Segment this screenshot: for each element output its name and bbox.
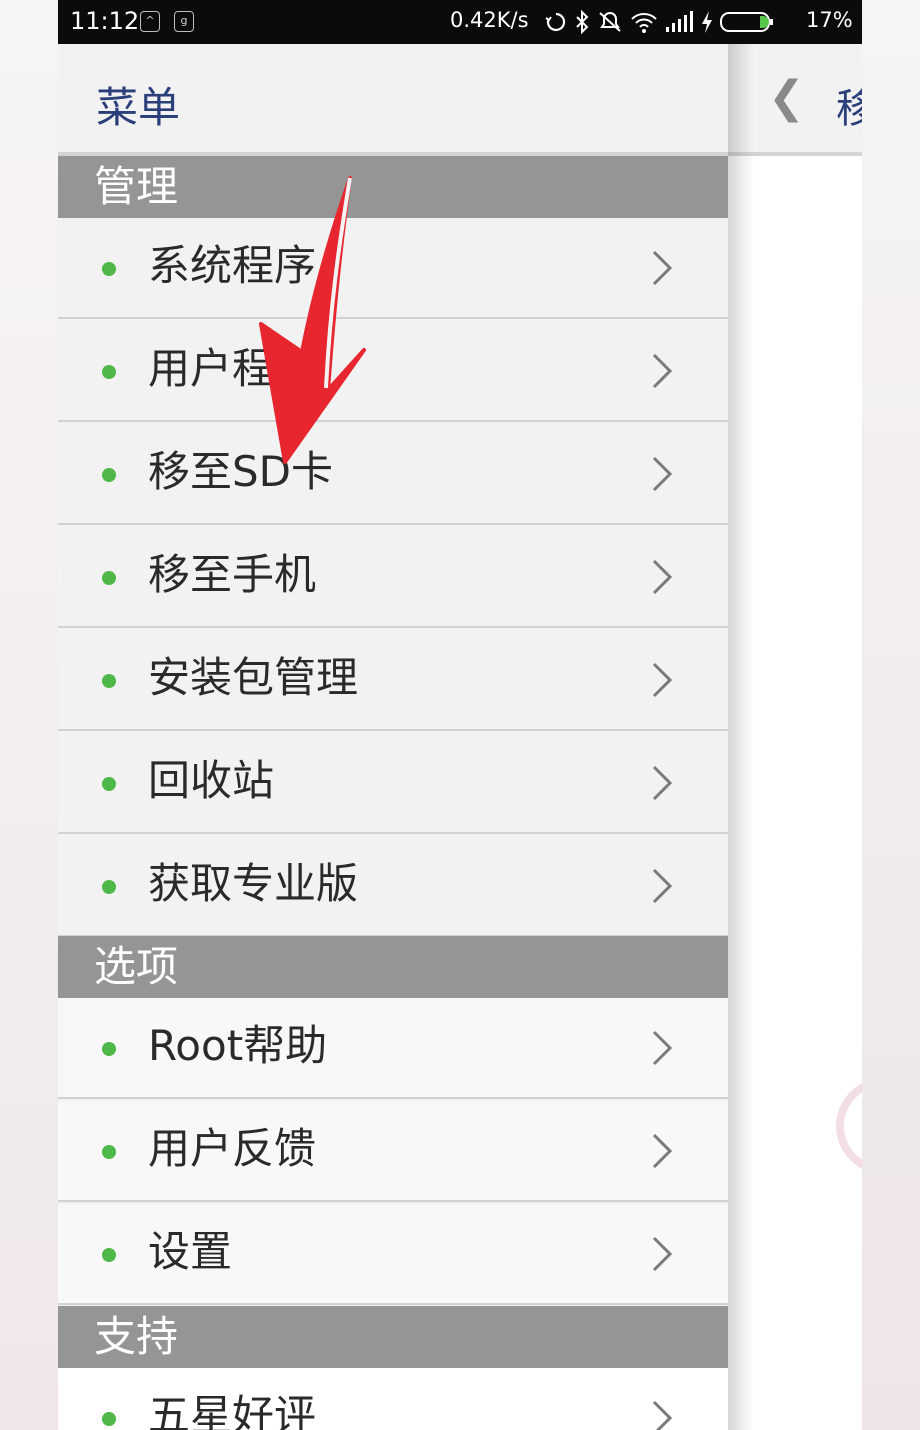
notification-box-icon: g [174,11,194,32]
bullet-icon [102,1412,116,1426]
menu-item-move-to-sd[interactable]: 移至SD卡 [58,424,728,525]
bluetooth-icon [576,10,589,34]
chevron-right-icon [652,250,673,286]
menu-item-label: 移至手机 [148,550,317,599]
drawer-header: 菜单 [58,44,728,156]
sync-icon [545,12,566,32]
screenshot-border-left [0,0,58,1430]
bullet-icon [102,262,116,276]
chevron-right-icon [652,1400,673,1430]
chevron-right-icon [652,765,673,801]
bullet-icon [102,674,116,688]
network-speed: 0.42K/s [450,8,529,32]
screenshot-border-right [862,0,920,1430]
section-header-options: 选项 [58,936,728,998]
chevron-right-icon [652,662,673,698]
menu-item-move-to-phone[interactable]: 移至手机 [58,527,728,628]
chevron-right-icon [652,1030,673,1066]
notification-box-icon: ^ [140,11,160,32]
menu-item-recycle-bin[interactable]: 回收站 [58,733,728,834]
menu-item-label: 用户程序 [148,344,317,393]
chevron-right-icon [652,868,673,904]
menu-item-label: 移至SD卡 [148,447,334,496]
bullet-icon [102,1042,116,1056]
charging-icon [702,11,712,33]
back-chevron-icon[interactable]: ❮ [768,72,805,123]
menu-item-label: 回收站 [148,756,275,805]
menu-item-label: 安装包管理 [148,653,359,702]
drawer-title: 菜单 [96,83,181,132]
wifi-icon [631,13,657,33]
chevron-right-icon [652,456,673,492]
chevron-right-icon [652,353,673,389]
menu-item-rate-five-stars[interactable]: 五星好评 [58,1368,728,1430]
menu-item-settings[interactable]: 设置 [58,1204,728,1305]
menu-item-label: Root帮助 [148,1021,328,1070]
bullet-icon [102,1145,116,1159]
background-header: ❮ 移 [728,44,862,156]
section-title: 支持 [94,1312,179,1361]
mute-icon [599,12,621,32]
menu-item-root-help[interactable]: Root帮助 [58,998,728,1099]
section-title: 选项 [94,942,179,991]
menu-item-apk-manager[interactable]: 安装包管理 [58,630,728,731]
navigation-drawer: 菜单 管理 系统程序 用户程序 移至SD卡 移至手机 安装包管理 回收站 获取专… [58,44,728,1430]
phone-screen: 11:12 ^ g 0.42K/s 17% ❮ 移 菜单 管理 系统程序 用户程… [58,0,862,1430]
menu-item-get-pro[interactable]: 获取专业版 [58,836,728,937]
signal-icon [666,11,693,32]
bullet-icon [102,365,116,379]
bullet-icon [102,777,116,791]
section-header-support: 支持 [58,1306,728,1368]
menu-item-label: 系统程序 [148,241,317,290]
status-time: 11:12 [70,7,140,35]
menu-item-user-apps[interactable]: 用户程序 [58,321,728,422]
chevron-right-icon [652,559,673,595]
menu-item-label: 获取专业版 [148,859,359,908]
menu-item-feedback[interactable]: 用户反馈 [58,1101,728,1202]
bullet-icon [102,880,116,894]
battery-icon [720,12,773,32]
status-bar: 11:12 ^ g 0.42K/s 17% [58,0,862,44]
menu-item-label: 用户反馈 [148,1124,317,1173]
menu-item-label: 五星好评 [148,1391,317,1430]
chevron-right-icon [652,1133,673,1169]
section-title: 管理 [94,162,179,211]
status-icons [544,6,774,38]
bullet-icon [102,468,116,482]
chevron-right-icon [652,1236,673,1272]
menu-item-label: 设置 [148,1227,233,1276]
decorative-ring [836,1078,862,1174]
background-page: ❮ 移 [728,44,862,1430]
background-title: 移 [836,86,862,132]
menu-item-system-apps[interactable]: 系统程序 [58,218,728,319]
bullet-icon [102,571,116,585]
battery-percent: 17% [806,8,853,32]
section-header-manage: 管理 [58,156,728,218]
bullet-icon [102,1248,116,1262]
